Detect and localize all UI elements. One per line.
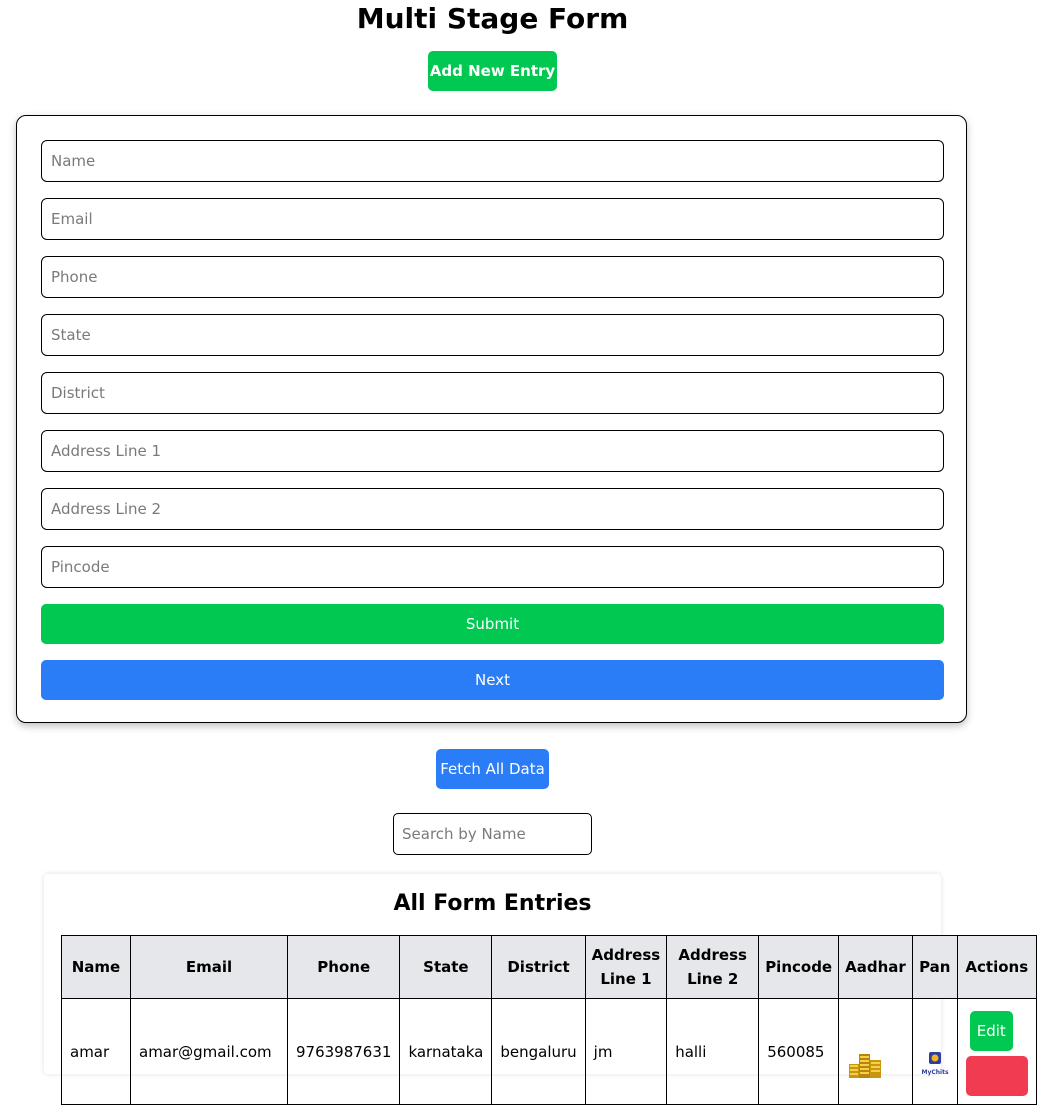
column-header-phone: Phone: [286, 935, 401, 999]
column-header-district: District: [491, 935, 586, 999]
column-header-actions: Actions: [956, 935, 1037, 999]
cell-address-line-2: halli: [666, 998, 760, 1105]
name-input[interactable]: [41, 140, 944, 182]
next-button[interactable]: Next: [41, 660, 944, 700]
phone-input[interactable]: [41, 256, 944, 298]
state-input[interactable]: [41, 314, 944, 356]
fetch-all-data-button[interactable]: Fetch All Data: [436, 749, 549, 789]
cell-aadhar: [838, 998, 913, 1105]
email-input[interactable]: [41, 198, 944, 240]
cell-phone: 9763987631: [286, 998, 401, 1105]
cell-state: karnataka: [399, 998, 493, 1105]
address-line-1-input[interactable]: [41, 430, 944, 472]
entries-table: Name Email Phone State District Address …: [61, 935, 1037, 1105]
district-input[interactable]: [41, 372, 944, 414]
cell-district: bengaluru: [491, 998, 586, 1105]
column-header-email: Email: [130, 935, 288, 999]
page-title: Multi Stage Form: [356, 2, 629, 35]
address-line-2-input[interactable]: [41, 488, 944, 530]
mychits-logo-image: MyChits: [921, 1051, 949, 1076]
column-header-address-line-2: Address Line 2: [666, 935, 760, 999]
delete-button[interactable]: [965, 1056, 1028, 1096]
column-header-pincode: Pincode: [758, 935, 840, 999]
cell-name: amar: [61, 998, 131, 1105]
svg-text:MyChits: MyChits: [921, 1069, 948, 1076]
cell-pan: MyChits: [911, 998, 958, 1105]
gold-coins-image: [849, 1053, 882, 1078]
column-header-pan: Pan: [911, 935, 958, 999]
column-header-state: State: [399, 935, 493, 999]
column-header-aadhar: Aadhar: [838, 935, 913, 999]
search-input[interactable]: [393, 813, 592, 855]
submit-button[interactable]: Submit: [41, 604, 944, 644]
edit-button[interactable]: Edit: [969, 1011, 1013, 1051]
add-new-entry-button[interactable]: Add New Entry: [428, 51, 557, 91]
cell-pincode: 560085: [758, 998, 840, 1105]
table-header-row: Name Email Phone State District Address …: [61, 935, 1037, 999]
column-header-name: Name: [61, 935, 131, 999]
form-card: Submit Next: [16, 115, 967, 723]
cell-email: amar@gmail.com: [130, 998, 288, 1105]
entries-title: All Form Entries: [393, 891, 592, 916]
cell-actions: Edit: [956, 998, 1037, 1105]
cell-address-line-1: jm: [584, 998, 668, 1105]
pincode-input[interactable]: [41, 546, 944, 588]
column-header-address-line-1: Address Line 1: [584, 935, 668, 999]
table-row: amar amar@gmail.com 9763987631 karnataka…: [61, 998, 1037, 1105]
